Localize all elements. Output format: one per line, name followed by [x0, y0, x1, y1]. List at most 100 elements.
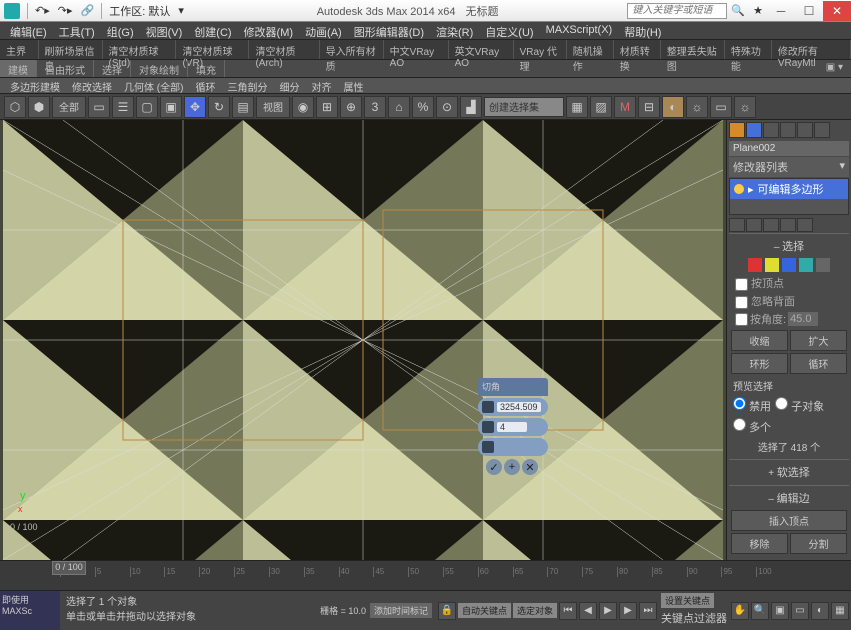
shrink-button[interactable]: 收缩	[731, 330, 788, 351]
chamfer-caddy[interactable]: 切角 3254.509 4 ✓ + ✕	[478, 378, 548, 475]
orbit-icon[interactable]: ◐	[811, 602, 829, 620]
configure-icon[interactable]	[797, 218, 813, 232]
menu-create[interactable]: 创建(C)	[188, 22, 237, 39]
link-icon[interactable]: ⬡	[4, 96, 26, 118]
tab-vraymtl[interactable]: 修改所有VRayMtl	[772, 40, 851, 59]
tab-main[interactable]: 主界面	[0, 40, 39, 59]
subr-tri[interactable]: 三角剖分	[221, 78, 273, 93]
named-selection-input[interactable]	[484, 97, 564, 117]
menu-anim[interactable]: 动画(A)	[299, 22, 348, 39]
rect-select-icon[interactable]: ▢	[136, 96, 158, 118]
object-name[interactable]: Plane002	[729, 141, 849, 156]
bulb-icon[interactable]	[734, 184, 744, 194]
selection-rollout-title[interactable]: – 选择	[731, 236, 847, 256]
menu-view[interactable]: 视图(V)	[140, 22, 189, 39]
menu-modifier[interactable]: 修改器(M)	[238, 22, 300, 39]
filter-dropdown[interactable]: 全部	[52, 96, 86, 118]
poly-subobj[interactable]	[799, 258, 813, 272]
help-search-input[interactable]	[627, 3, 727, 19]
scale-icon[interactable]: ▤	[232, 96, 254, 118]
hierarchy-tab-icon[interactable]	[763, 122, 779, 138]
tab-refresh[interactable]: 刷新场景信息	[39, 40, 103, 59]
manip-icon[interactable]: ⊞	[316, 96, 338, 118]
split-button[interactable]: 分割	[790, 533, 847, 554]
menu-render[interactable]: 渲染(R)	[430, 22, 479, 39]
pan-icon[interactable]: ✋	[731, 602, 749, 620]
remove-mod-icon[interactable]	[780, 218, 796, 232]
lock-icon[interactable]: 🔒	[438, 602, 456, 620]
tab-clear-std[interactable]: 清空材质球(Std)	[103, 40, 177, 59]
zoom-icon[interactable]: 🔍	[751, 602, 769, 620]
utilities-tab-icon[interactable]	[814, 122, 830, 138]
edge-subobj[interactable]	[765, 258, 779, 272]
caddy-open-row[interactable]	[478, 438, 548, 456]
soft-sel-rollout[interactable]: + 软选择	[731, 462, 847, 482]
rotate-icon[interactable]: ↻	[208, 96, 230, 118]
fov-icon[interactable]: ▭	[791, 602, 809, 620]
caddy-amount-row[interactable]: 3254.509	[478, 398, 548, 416]
menu-group[interactable]: 组(G)	[101, 22, 140, 39]
caddy-amount[interactable]: 3254.509	[497, 402, 541, 412]
material-icon[interactable]: ◐	[662, 96, 684, 118]
element-subobj[interactable]	[816, 258, 830, 272]
timeline[interactable]: 0 / 100 05101520253035404550556065707580…	[0, 560, 851, 590]
move-icon[interactable]: ✥	[184, 96, 206, 118]
setkey-button[interactable]: 设置关键点	[661, 593, 714, 608]
spinner-snap-icon[interactable]: ⊙	[436, 96, 458, 118]
align-icon[interactable]: ▦	[566, 96, 588, 118]
edit-edge-rollout[interactable]: – 编辑边	[731, 488, 847, 508]
subr-align[interactable]: 对齐	[305, 78, 337, 93]
caddy-apply[interactable]: +	[504, 459, 520, 475]
link-icon[interactable]: 🔗	[77, 4, 99, 17]
subr-poly[interactable]: 多边形建模	[4, 78, 66, 93]
time-ruler[interactable]: 0510152025303540455055606570758085909510…	[0, 561, 851, 577]
preview-off-radio[interactable]: 禁用	[733, 397, 771, 414]
maximize-vp-icon[interactable]: ▦	[831, 602, 849, 620]
ignore-backface-check[interactable]: 忽略背面	[731, 292, 847, 310]
ribbon-collapse[interactable]: ▣ ▾	[818, 60, 851, 77]
time-slider[interactable]: 0 / 100	[52, 561, 86, 575]
select-icon[interactable]: ▭	[88, 96, 110, 118]
menu-graph[interactable]: 图形编辑器(D)	[348, 22, 430, 39]
modifier-stack[interactable]: ▸可编辑多边形	[729, 178, 849, 215]
preview-multi-radio[interactable]: 多个	[733, 418, 771, 435]
unique-icon[interactable]	[763, 218, 779, 232]
vertex-subobj[interactable]	[748, 258, 762, 272]
caddy-segments-row[interactable]: 4	[478, 418, 548, 436]
tab-special[interactable]: 特殊功能	[725, 40, 772, 59]
snap-icon[interactable]: ⊕	[340, 96, 362, 118]
schematic-icon[interactable]: ⊟	[638, 96, 660, 118]
modify-tab-icon[interactable]	[746, 122, 762, 138]
ribbon-freeform[interactable]: 自由形式	[37, 60, 94, 77]
maximize-button[interactable]: ☐	[795, 1, 823, 21]
maxscript-mini[interactable]: 即使用 MAXSc	[0, 591, 60, 630]
create-tab-icon[interactable]	[729, 122, 745, 138]
angle-snap-icon[interactable]: ⌂	[388, 96, 410, 118]
redo-dropdown[interactable]: ↷▸	[54, 4, 77, 17]
render-setup-icon[interactable]: ☼	[686, 96, 708, 118]
undo-dropdown[interactable]: ↶▸	[31, 4, 54, 17]
ribbon-paint[interactable]: 对象绘制	[131, 60, 188, 77]
ribbon-select[interactable]: 选择	[94, 60, 131, 77]
show-end-icon[interactable]	[746, 218, 762, 232]
tab-envray[interactable]: 英文VRay AO	[449, 40, 514, 59]
menu-maxscript[interactable]: MAXScript(X)	[540, 22, 619, 39]
curve-editor-icon[interactable]: M	[614, 96, 636, 118]
prev-frame-icon[interactable]: ◀	[579, 602, 597, 620]
minimize-button[interactable]: ─	[767, 1, 795, 21]
goto-start-icon[interactable]: ⏮	[559, 602, 577, 620]
menu-tools[interactable]: 工具(T)	[53, 22, 101, 39]
ring-button[interactable]: 环形	[731, 353, 788, 374]
preview-subobj-radio[interactable]: 子对象	[775, 397, 824, 414]
tab-missing[interactable]: 整理丢失贴图	[661, 40, 725, 59]
subr-modsel[interactable]: 修改选择	[66, 78, 118, 93]
tab-proxy[interactable]: VRay 代理	[514, 40, 567, 59]
tab-import[interactable]: 导入所有材质	[320, 40, 384, 59]
render-icon[interactable]: ☼	[734, 96, 756, 118]
caddy-cancel[interactable]: ✕	[522, 459, 538, 475]
subr-subdiv[interactable]: 细分	[273, 78, 305, 93]
pivot-icon[interactable]: ◉	[292, 96, 314, 118]
menu-custom[interactable]: 自定义(U)	[479, 22, 539, 39]
motion-tab-icon[interactable]	[780, 122, 796, 138]
render-frame-icon[interactable]: ▭	[710, 96, 732, 118]
